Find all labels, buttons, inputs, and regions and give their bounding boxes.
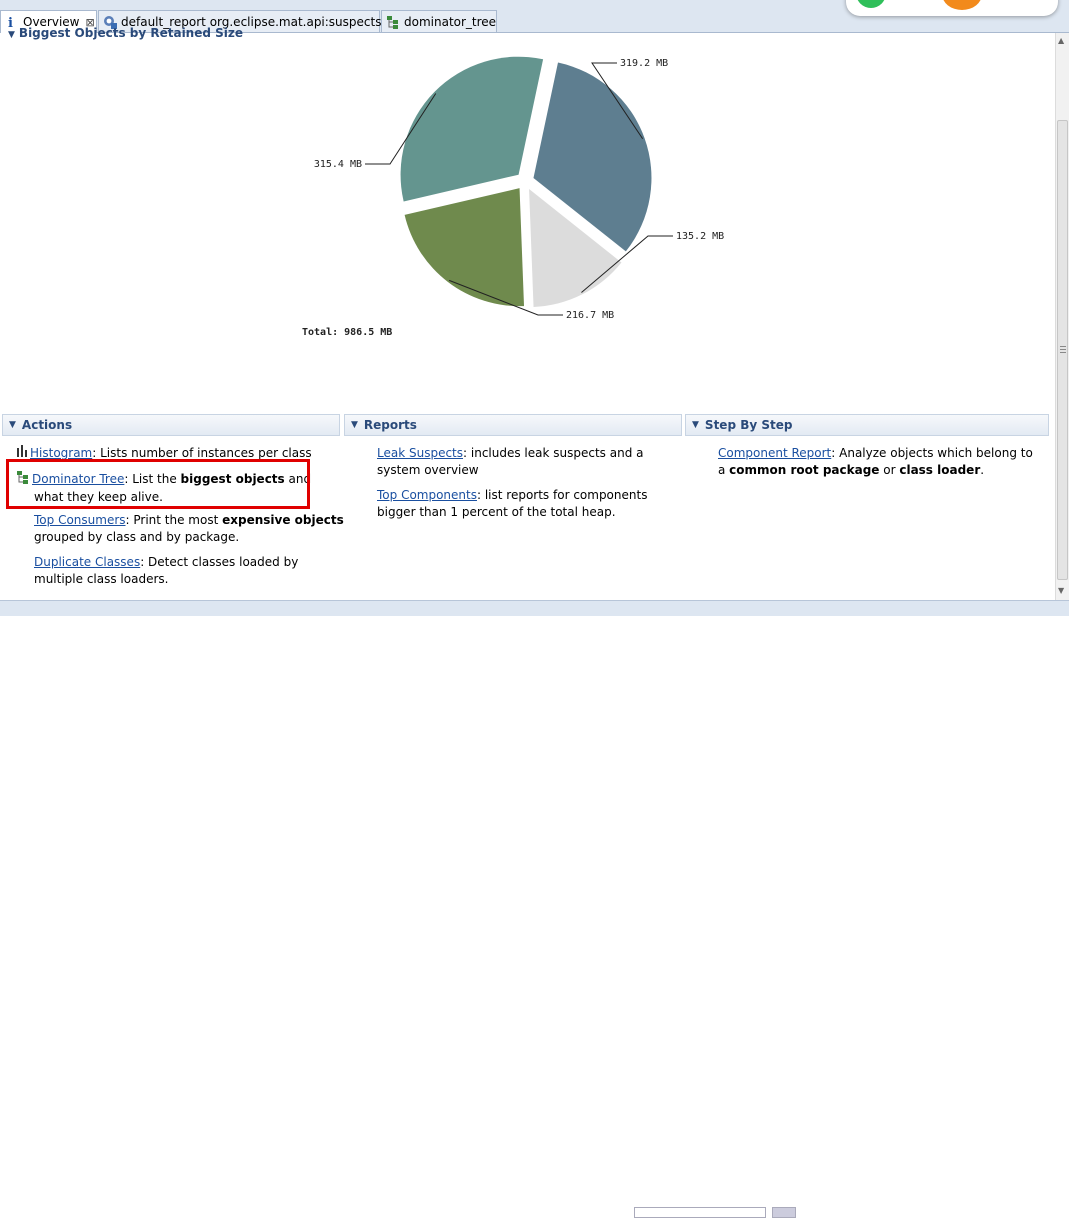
leak-suspects-link[interactable]: Leak Suspects <box>377 446 463 460</box>
duplicate-classes-link[interactable]: Duplicate Classes <box>34 555 140 569</box>
histogram-desc: : Lists number of instances per class <box>92 446 312 460</box>
step-component-report: Component Report: Analyze objects which … <box>718 445 1033 479</box>
report-top-components: Top Components: list reports for compone… <box>377 487 647 521</box>
action-top-consumers: Top Consumers: Print the most expensive … <box>34 512 344 546</box>
component-report-bold-b: class loader <box>899 463 981 477</box>
slice-label: 216.7 MB <box>566 310 614 321</box>
component-report-line2a: a <box>718 463 730 477</box>
chart-total-label: Total: 986.5 MB <box>302 327 392 338</box>
pie-slice <box>400 56 544 202</box>
report-leak-suspects: Leak Suspects: includes leak suspects an… <box>377 445 643 479</box>
duplicate-classes-line2: multiple class loaders. <box>34 572 169 586</box>
component-report-bold-a: common root package <box>729 463 880 477</box>
collapse-triangle-icon[interactable]: ▼ <box>9 420 16 430</box>
component-report-line2b: or <box>879 463 900 477</box>
collapse-triangle-icon[interactable]: ▼ <box>351 420 358 430</box>
slice-label: 315.4 MB <box>314 159 362 170</box>
tab-dominator-tree[interactable]: dominator_tree <box>381 10 497 32</box>
scrollbar-grip-icon <box>1060 346 1066 354</box>
top-consumers-bold: expensive objects <box>222 513 344 527</box>
floating-toolbar-widget[interactable]: 0 <box>846 0 1058 16</box>
leak-suspects-desc: : includes leak suspects and a <box>463 446 644 460</box>
tab-label: dominator_tree <box>404 14 497 29</box>
status-field <box>634 1207 766 1218</box>
panel-title: Step By Step <box>704 418 793 432</box>
scroll-up-arrow-icon[interactable]: ▲ <box>1058 36 1064 45</box>
top-consumers-desc: : Print the most <box>125 513 223 527</box>
status-green-icon <box>856 0 886 8</box>
top-consumers-link[interactable]: Top Consumers <box>34 513 126 527</box>
leak-suspects-line2: system overview <box>377 463 479 477</box>
top-components-link[interactable]: Top Components <box>377 488 477 502</box>
component-report-link[interactable]: Component Report <box>718 446 831 460</box>
histogram-link[interactable]: Histogram <box>30 446 92 460</box>
pie-slice <box>404 188 525 307</box>
orange-ball-icon[interactable] <box>942 0 982 10</box>
component-report-line2c: . <box>980 463 985 477</box>
pie-chart: 319.2 MB 135.2 MB 216.7 MB 315.4 MB Total: … <box>302 56 724 338</box>
panel-title: Actions <box>21 418 73 432</box>
highlight-box <box>6 459 310 509</box>
panel-header-step-by-step[interactable]: ▼ Step By Step <box>685 414 1049 436</box>
tree-icon <box>386 15 400 29</box>
action-duplicate-classes: Duplicate Classes: Detect classes loaded… <box>34 554 298 588</box>
top-consumers-line2: grouped by class and by package. <box>34 530 240 544</box>
status-icon[interactable] <box>772 1207 796 1218</box>
panel-title: Reports <box>363 418 417 432</box>
slice-label: 319.2 MB <box>620 58 668 69</box>
duplicate-classes-desc: : Detect classes loaded by <box>140 555 299 569</box>
collapse-triangle-icon[interactable]: ▼ <box>692 420 699 430</box>
top-components-line2: bigger than 1 percent of the total heap. <box>377 505 616 519</box>
slice-label: 135.2 MB <box>676 231 724 242</box>
scroll-down-arrow-icon[interactable]: ▼ <box>1058 586 1064 595</box>
panel-header-reports[interactable]: ▼ Reports <box>344 414 682 436</box>
component-report-desc: : Analyze objects which belong to <box>831 446 1033 460</box>
top-components-desc: : list reports for components <box>476 488 648 502</box>
panel-header-actions[interactable]: ▼ Actions <box>2 414 340 436</box>
